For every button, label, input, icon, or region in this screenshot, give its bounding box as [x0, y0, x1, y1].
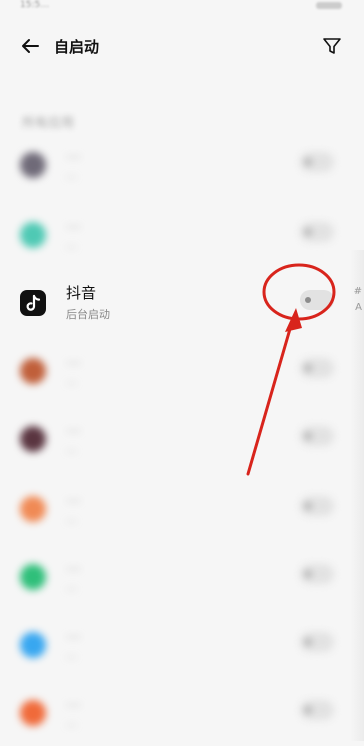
pointer-arrow-shaft	[246, 320, 294, 476]
highlight-circle	[262, 263, 336, 321]
annotation-overlay	[246, 263, 336, 476]
pointer-arrow-head	[285, 308, 302, 332]
